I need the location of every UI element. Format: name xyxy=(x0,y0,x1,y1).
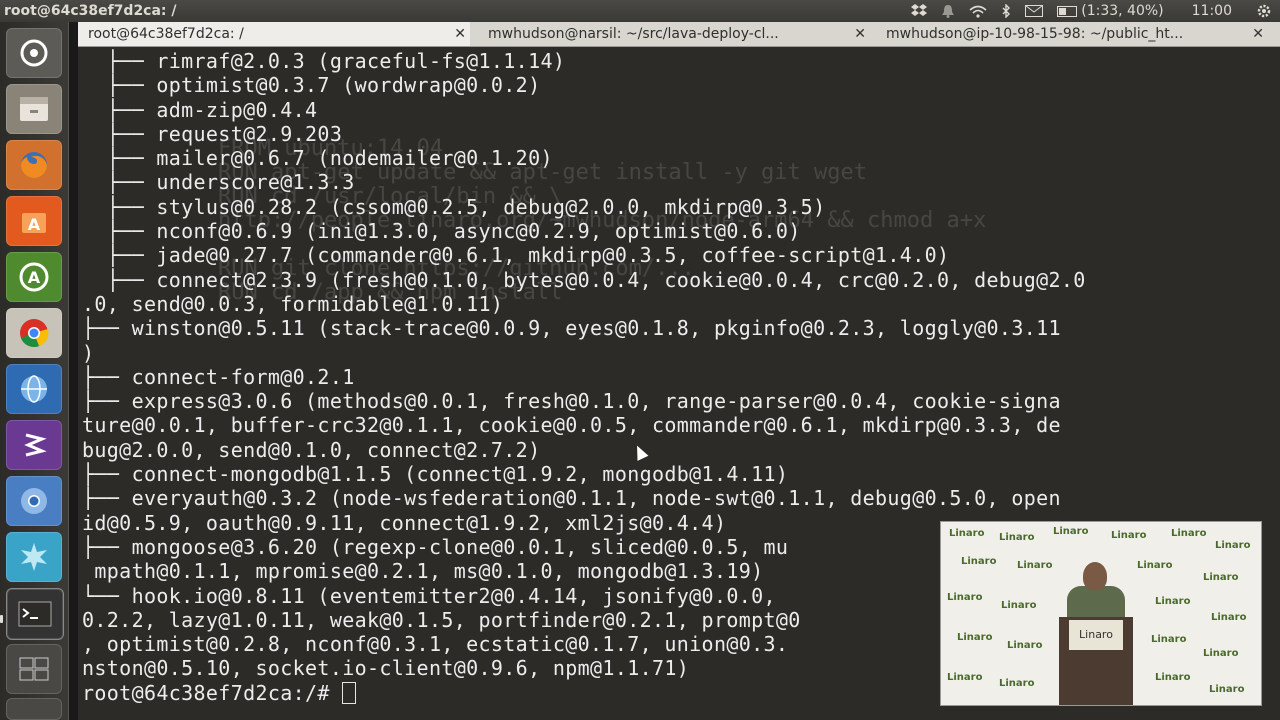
linaro-backdrop-logo: Linaro xyxy=(1209,684,1245,695)
wifi-icon[interactable] xyxy=(969,5,987,18)
linaro-backdrop-logo: Linaro xyxy=(1111,530,1147,541)
terminal-line: ture@0.0.1, buffer-crc32@0.1.1, cookie@0… xyxy=(82,413,1061,438)
terminal-line: ├── stylus@0.28.2 (cssom@0.2.5, debug@2.… xyxy=(82,194,826,219)
emacs-icon[interactable] xyxy=(6,420,62,470)
terminal-line: .0, send@0.0.3, formidable@1.0.11) xyxy=(82,291,504,316)
linaro-backdrop-logo: Linaro xyxy=(1171,528,1207,539)
linaro-backdrop-logo: Linaro xyxy=(957,632,993,643)
linaro-backdrop-logo: Linaro xyxy=(999,678,1035,689)
linaro-backdrop-logo: Linaro xyxy=(1155,672,1191,683)
linaro-backdrop-logo: Linaro xyxy=(961,556,997,567)
close-icon[interactable]: ✕ xyxy=(454,22,466,46)
dash-home-icon[interactable] xyxy=(6,28,62,78)
battery-fill xyxy=(1059,7,1067,15)
terminal-line: bug@2.0.0, send@0.1.0, connect@2.7.2) xyxy=(82,437,541,462)
linaro-backdrop-logo: Linaro xyxy=(1203,648,1239,659)
terminal-line: ├── connect@2.3.9 (fresh@0.1.0, bytes@0.… xyxy=(82,267,1086,292)
terminal-line: 0.2.2, lazy@1.0.11, weak@0.1.5, portfind… xyxy=(82,607,801,632)
top-panel: root@64c38ef7d2ca: / (1:33, 40%) 11:00 xyxy=(0,0,1280,22)
browser-globe-icon[interactable] xyxy=(6,364,62,414)
terminal-line: ├── express@3.0.6 (methods@0.0.1, fresh@… xyxy=(82,389,1061,414)
linaro-backdrop-logo: Linaro xyxy=(999,532,1035,543)
system-monitor-icon[interactable] xyxy=(6,532,62,582)
workspace-switcher-icon[interactable] xyxy=(6,644,62,694)
files-icon[interactable] xyxy=(6,84,62,134)
tab-label: root@64c38ef7d2ca: / xyxy=(88,26,244,42)
terminal-line: , optimist@0.2.8, nconf@0.3.1, ecstatic@… xyxy=(82,632,789,657)
linaro-backdrop-logo: Linaro xyxy=(1017,560,1053,571)
shell-prompt[interactable]: root@64c38ef7d2ca:/# xyxy=(82,681,1086,705)
svg-text:A: A xyxy=(28,215,41,234)
terminal-line: ├── nconf@0.6.9 (ini@1.3.0, async@0.2.9,… xyxy=(82,219,801,244)
linaro-backdrop-logo: Linaro xyxy=(1151,634,1187,645)
terminal-line: ├── connect-form@0.2.1 xyxy=(82,364,355,389)
terminal-line: ├── adm-zip@0.4.4 xyxy=(82,97,318,122)
update-manager-icon[interactable]: A xyxy=(6,252,62,302)
trash-icon[interactable] xyxy=(6,698,62,720)
svg-text:A: A xyxy=(28,268,41,287)
clock[interactable]: 11:00 xyxy=(1192,3,1232,19)
close-icon[interactable]: ✕ xyxy=(854,22,866,46)
linaro-backdrop-logo: Linaro xyxy=(1001,600,1037,611)
linaro-backdrop-logo: Linaro xyxy=(949,528,985,539)
linaro-backdrop-logo: Linaro xyxy=(1007,640,1043,651)
linaro-backdrop-logo: Linaro xyxy=(1203,572,1239,583)
terminal-line: id@0.5.9, oauth@0.9.11, connect@1.9.2, x… xyxy=(82,510,727,535)
dropbox-icon[interactable] xyxy=(911,4,928,18)
terminal-tab-bar: root@64c38ef7d2ca: / ✕ mwhudson@narsil: … xyxy=(78,22,1280,47)
battery-icon xyxy=(1057,5,1078,17)
linaro-backdrop-logo: Linaro xyxy=(1137,560,1173,571)
linaro-backdrop-logo: Linaro xyxy=(1215,540,1251,551)
tab-root-shell[interactable]: root@64c38ef7d2ca: / ✕ xyxy=(78,22,470,46)
notification-bell-icon[interactable] xyxy=(941,4,955,18)
terminal-line: mpath@0.1.1, mpromise@0.2.1, ms@0.1.0, m… xyxy=(82,559,764,584)
terminal-line: ├── everyauth@0.3.2 (node-wsfederation@0… xyxy=(82,486,1061,511)
terminal-line: ├── jade@0.27.7 (commander@0.6.1, mkdirp… xyxy=(82,243,950,268)
tab-label: mwhudson@narsil: ~/src/lava-deploy-cl... xyxy=(488,26,779,42)
battery-text: (1:33, 40%) xyxy=(1081,3,1164,19)
chrome-icon[interactable] xyxy=(6,308,62,358)
terminal-line: ├── optimist@0.3.7 (wordwrap@0.0.2) xyxy=(82,73,541,98)
prompt-text: root@64c38ef7d2ca:/# xyxy=(82,680,343,705)
software-center-icon[interactable]: A xyxy=(6,196,62,246)
speaker-head xyxy=(1083,562,1107,590)
terminal-running-pip xyxy=(0,615,3,623)
linaro-backdrop-logo: Linaro xyxy=(1211,612,1247,623)
bluetooth-icon[interactable] xyxy=(1001,4,1011,18)
tab-ip-host[interactable]: mwhudson@ip-10-98-15-98: ~/public_ht... … xyxy=(876,22,1268,46)
speaker-video-inset: Linaro Linaro Linaro Linaro Linaro Linaro Lina… xyxy=(940,521,1262,706)
linaro-backdrop-logo: Linaro xyxy=(947,672,983,683)
window-title: root@64c38ef7d2ca: / xyxy=(4,3,177,19)
launcher: A A xyxy=(0,22,69,720)
terminal-line: ) xyxy=(82,340,95,365)
gear-icon[interactable] xyxy=(1256,3,1272,19)
tab-label: mwhudson@ip-10-98-15-98: ~/public_ht... xyxy=(886,26,1184,42)
linaro-backdrop-logo: Linaro xyxy=(947,592,983,603)
system-tray: (1:33, 40%) 11:00 xyxy=(911,0,1272,22)
close-icon[interactable]: ✕ xyxy=(1252,22,1264,46)
firefox-icon[interactable] xyxy=(6,140,62,190)
podium-sign: Linaro xyxy=(1069,620,1123,650)
battery-indicator[interactable]: (1:33, 40%) xyxy=(1057,3,1164,19)
terminal-line: nston@0.5.10, socket.io-client@0.9.6, np… xyxy=(82,656,690,681)
linaro-backdrop-logo: Linaro xyxy=(1155,596,1191,607)
terminal-output: ├── rimraf@2.0.3 (graceful-fs@1.1.14) ├─… xyxy=(82,49,1086,705)
mail-icon[interactable] xyxy=(1025,5,1044,17)
terminal-line: ├── mongoose@3.6.20 (regexp-clone@0.0.1,… xyxy=(82,534,789,559)
text-cursor xyxy=(342,681,357,704)
terminal-line: └── hook.io@0.8.11 (eventemitter2@0.4.14… xyxy=(82,583,776,608)
chromium-icon[interactable] xyxy=(6,476,62,526)
terminal-line: ├── rimraf@2.0.3 (graceful-fs@1.1.14) xyxy=(82,49,566,73)
terminal-line: ├── request@2.9.203 xyxy=(82,121,343,146)
terminal-icon[interactable] xyxy=(6,588,64,640)
terminal-line: ├── mailer@0.6.7 (nodemailer@0.1.20) xyxy=(82,146,553,171)
terminal-line: ├── underscore@1.3.3 xyxy=(82,170,355,195)
terminal-line: ├── winston@0.5.11 (stack-trace@0.0.9, e… xyxy=(82,316,1061,341)
tab-narsil[interactable]: mwhudson@narsil: ~/src/lava-deploy-cl...… xyxy=(478,22,870,46)
terminal-line: ├── connect-mongodb@1.1.5 (connect@1.9.2… xyxy=(82,462,789,487)
linaro-backdrop-logo: Linaro xyxy=(1053,526,1089,537)
